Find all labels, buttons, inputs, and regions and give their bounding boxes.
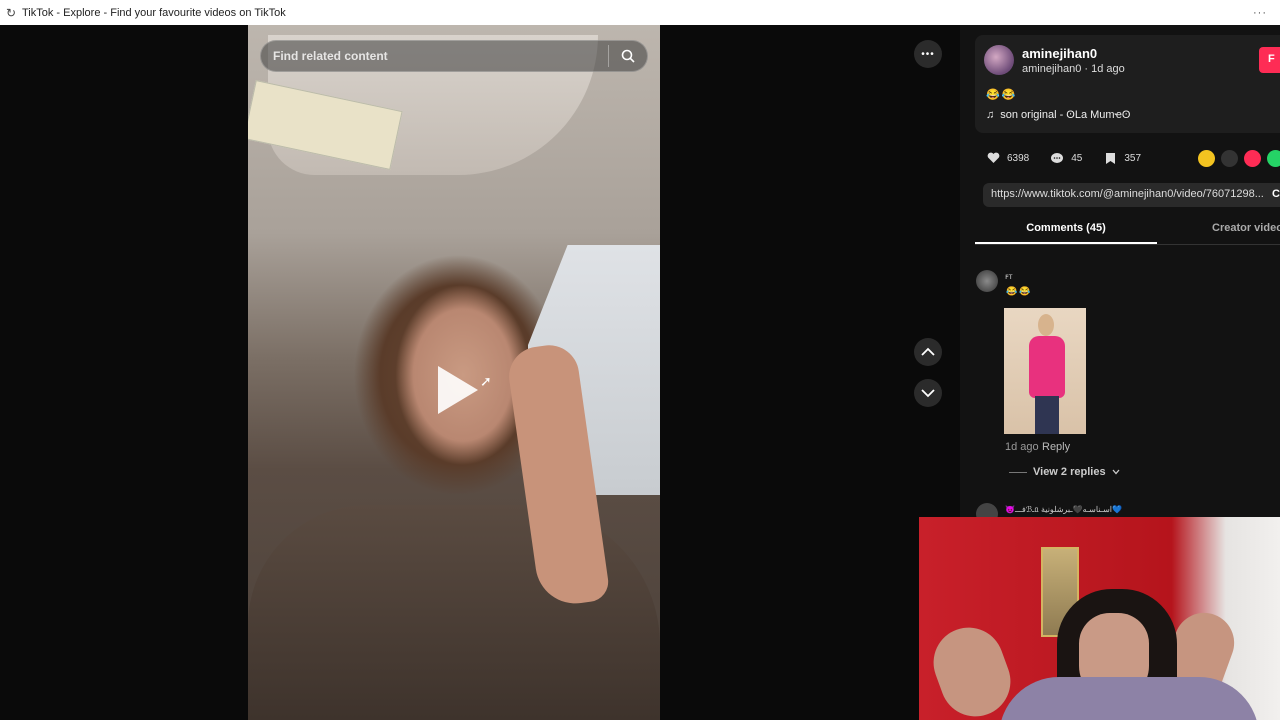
video-link-field[interactable]: https://www.tiktok.com/@aminejihan0/vide… bbox=[983, 183, 1280, 207]
comment-text: 😂😂 bbox=[1006, 286, 1033, 296]
browser-menu-button[interactable]: ··· bbox=[1240, 7, 1280, 19]
chevron-down-icon bbox=[921, 389, 935, 398]
comment-time: 1d ago bbox=[1005, 441, 1039, 453]
avatar[interactable] bbox=[984, 45, 1014, 75]
play-icon[interactable] bbox=[438, 366, 478, 414]
share-icons bbox=[1198, 150, 1280, 167]
window-title: TikTok - Explore - Find your favourite v… bbox=[22, 6, 286, 19]
comment-icon[interactable] bbox=[1049, 150, 1065, 166]
tab-creator-videos[interactable]: Creator videos bbox=[1212, 222, 1280, 234]
share-friends-icon[interactable] bbox=[1198, 150, 1215, 167]
reload-icon[interactable]: ↻ bbox=[0, 6, 22, 20]
video-more-button[interactable]: ••• bbox=[914, 40, 942, 68]
heart-icon[interactable] bbox=[985, 150, 1001, 166]
video-url: https://www.tiktok.com/@aminejihan0/vide… bbox=[991, 188, 1264, 200]
comment-avatar[interactable] bbox=[976, 270, 998, 292]
search-icon[interactable] bbox=[609, 49, 647, 63]
engagement-stats: 6398 45 357 bbox=[985, 150, 1155, 166]
music-title: son original - ʘLa Mumҽʘ bbox=[1000, 109, 1131, 121]
comment-tabs: Comments (45) Creator videos bbox=[975, 215, 1280, 245]
comment-author[interactable]: ꜰᴛ bbox=[1005, 272, 1013, 281]
music-note-icon: ♫ bbox=[986, 109, 995, 121]
chevron-down-icon bbox=[1112, 469, 1120, 475]
search-input[interactable]: Find related content bbox=[261, 49, 608, 63]
bookmark-icon[interactable] bbox=[1102, 150, 1118, 166]
like-count: 6398 bbox=[1007, 152, 1030, 164]
reply-button[interactable]: Reply bbox=[1042, 441, 1070, 453]
comment-author[interactable]: 😈فـــℬـᥲ اسـناسـه🖤ـبرشلونية💙 bbox=[1005, 505, 1122, 515]
embed-icon[interactable] bbox=[1221, 150, 1238, 167]
next-video-button[interactable] bbox=[914, 379, 942, 407]
view-replies-label: View 2 replies bbox=[1033, 466, 1106, 478]
save-count: 357 bbox=[1124, 152, 1142, 164]
view-replies-button[interactable]: View 2 replies bbox=[1009, 466, 1120, 478]
previous-video-button[interactable] bbox=[914, 338, 942, 366]
mouse-cursor-icon: ➚ bbox=[480, 373, 492, 389]
follow-button[interactable]: F bbox=[1259, 47, 1280, 73]
whatsapp-icon[interactable] bbox=[1267, 150, 1280, 167]
webcam-overlay bbox=[919, 517, 1280, 720]
browser-titlebar: ↻ TikTok - Explore - Find your favourite… bbox=[0, 0, 1280, 25]
comment-count: 45 bbox=[1071, 152, 1083, 164]
author-username[interactable]: aminejihan0 bbox=[1022, 46, 1097, 61]
related-search-bar[interactable]: Find related content bbox=[260, 40, 648, 72]
comment-image[interactable] bbox=[1004, 308, 1086, 434]
tab-comments[interactable]: Comments (45) bbox=[975, 222, 1157, 234]
caption-text: 😂😂 bbox=[986, 89, 1018, 101]
author-handle-time: aminejihan0 · 1d ago bbox=[1022, 63, 1125, 75]
copy-link-button[interactable]: C bbox=[1272, 188, 1280, 200]
tab-active-indicator bbox=[975, 242, 1157, 244]
share-direct-icon[interactable] bbox=[1244, 150, 1261, 167]
chevron-up-icon bbox=[921, 347, 935, 356]
music-link[interactable]: ♫ son original - ʘLa Mumҽʘ bbox=[986, 109, 1130, 121]
